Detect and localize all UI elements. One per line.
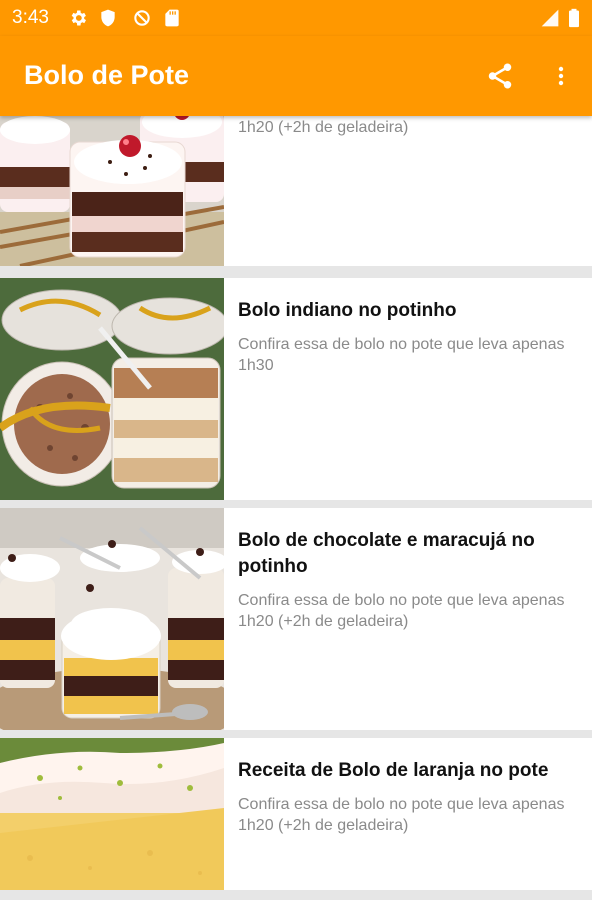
recipe-text: Confira essa de bolo no pote que leva ap… — [238, 116, 572, 138]
share-icon — [488, 63, 512, 89]
battery-icon — [569, 8, 579, 28]
sd-card-icon — [165, 9, 179, 27]
recipe-description: Confira essa de bolo no pote que leva ap… — [238, 796, 565, 834]
recipe-thumbnail — [0, 116, 224, 266]
recipe-card[interactable]: Bolo indiano no potinho Confira essa de … — [0, 278, 592, 500]
recipe-description: Confira essa de bolo no pote que leva ap… — [238, 592, 565, 630]
recipe-text: Bolo indiano no potinho Confira essa de … — [238, 298, 572, 376]
recipe-card[interactable]: Receita de Bolo de laranja no pote Confi… — [0, 738, 592, 890]
recipe-text: Receita de Bolo de laranja no pote Confi… — [238, 758, 572, 836]
status-time: 3:43 — [12, 7, 49, 28]
recipe-description: Confira essa de bolo no pote que leva ap… — [238, 119, 409, 136]
app-bar: Bolo de Pote — [0, 36, 592, 116]
recipe-list[interactable]: Confira essa de bolo no pote que leva ap… — [0, 116, 592, 900]
recipe-description: Confira essa de bolo no pote que leva ap… — [238, 336, 565, 374]
recipe-title: Bolo de chocolate e maracujá no potinho — [238, 530, 535, 577]
no-sync-icon — [134, 10, 150, 26]
recipe-card[interactable]: Confira essa de bolo no pote que leva ap… — [0, 116, 592, 266]
overflow-menu-button[interactable] — [541, 56, 581, 96]
shield-icon — [101, 9, 115, 27]
gear-icon — [71, 10, 86, 26]
status-bar: 3:43 — [0, 0, 592, 36]
recipe-thumbnail — [0, 508, 224, 730]
more-vert-icon — [558, 66, 564, 86]
recipe-title: Bolo indiano no potinho — [238, 300, 457, 321]
recipe-title: Receita de Bolo de laranja no pote — [238, 760, 549, 781]
app-title: Bolo de Pote — [24, 60, 190, 90]
share-button[interactable] — [480, 56, 520, 96]
signal-icon — [541, 9, 559, 27]
recipe-thumbnail — [0, 278, 224, 500]
recipe-text: Bolo de chocolate e maracujá no potinho … — [238, 528, 572, 632]
recipe-card[interactable]: Bolo de chocolate e maracujá no potinho … — [0, 508, 592, 730]
recipe-thumbnail — [0, 738, 224, 890]
